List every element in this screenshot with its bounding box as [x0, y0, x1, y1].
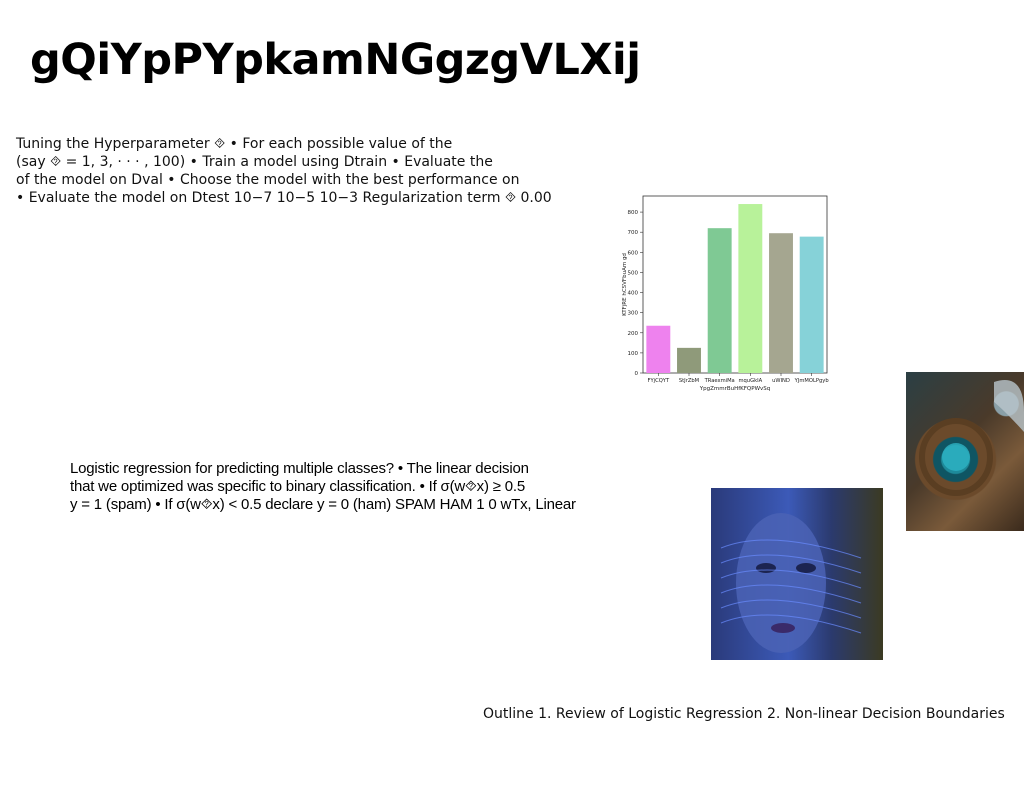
y-tick-label: 800	[628, 210, 639, 216]
paragraph-line: of the model on Dval • Choose the model …	[16, 172, 520, 188]
tea-cup-image	[906, 372, 1024, 531]
y-tick-label: 500	[628, 270, 639, 276]
x-axis-label: YpgZmmrBuHfKFQPWvSq	[699, 386, 771, 392]
paragraph-line: (say ⯑ = 1, 3, · · · , 100) • Train a mo…	[16, 154, 493, 170]
paragraph-line: that we optimized was specific to binary…	[70, 478, 525, 495]
paragraph-line: Tuning the Hyperparameter ⯑ • For each p…	[16, 136, 453, 152]
hyperparameter-paragraph: Tuning the Hyperparameter ⯑ • For each p…	[16, 135, 576, 207]
x-tick-label: StJrZbM	[679, 378, 699, 384]
slide-title: gQiYpPYpkamNGgzgVLXij	[30, 35, 641, 85]
logistic-regression-paragraph: Logistic regression for predicting multi…	[70, 460, 670, 514]
bar	[799, 236, 824, 373]
bar	[738, 204, 763, 373]
paragraph-line: y = 1 (spam) • If σ(w⯑x) < 0.5 declare y…	[70, 496, 576, 513]
y-tick-label: 600	[628, 250, 639, 256]
paragraph-line: Logistic regression for predicting multi…	[70, 460, 529, 477]
paragraph-line: • Evaluate the model on Dtest 10−7 10−5 …	[16, 190, 552, 206]
y-tick-label: 100	[628, 351, 639, 357]
y-tick-label: 700	[628, 230, 639, 236]
x-tick-label: mquGkIA	[738, 378, 762, 384]
y-tick-label: 400	[628, 291, 639, 297]
y-tick-label: 300	[628, 311, 639, 317]
x-tick-label: YJmMOLPgyb	[794, 378, 830, 384]
face-hologram-image	[711, 488, 883, 660]
bar-chart: 0 100 200 300 400 500 600 700 800 FYjCQYT StJrZbM T…	[622, 195, 830, 392]
outline-text: Outline 1. Review of Logistic Regression…	[483, 706, 1005, 722]
bar	[707, 228, 732, 373]
x-tick-label: TRaexmiMa	[704, 378, 735, 384]
plot-frame	[642, 195, 828, 374]
bar	[677, 347, 701, 373]
x-tick-label: FYjCQYT	[648, 378, 670, 384]
x-tick-label: uWIND	[772, 378, 790, 384]
y-axis-label: KTFjRE hCSVFbuAm gd	[622, 253, 628, 316]
y-tick-label: 200	[628, 331, 639, 337]
bar	[769, 233, 793, 373]
bar	[646, 325, 671, 373]
y-tick-label: 0	[635, 371, 639, 377]
